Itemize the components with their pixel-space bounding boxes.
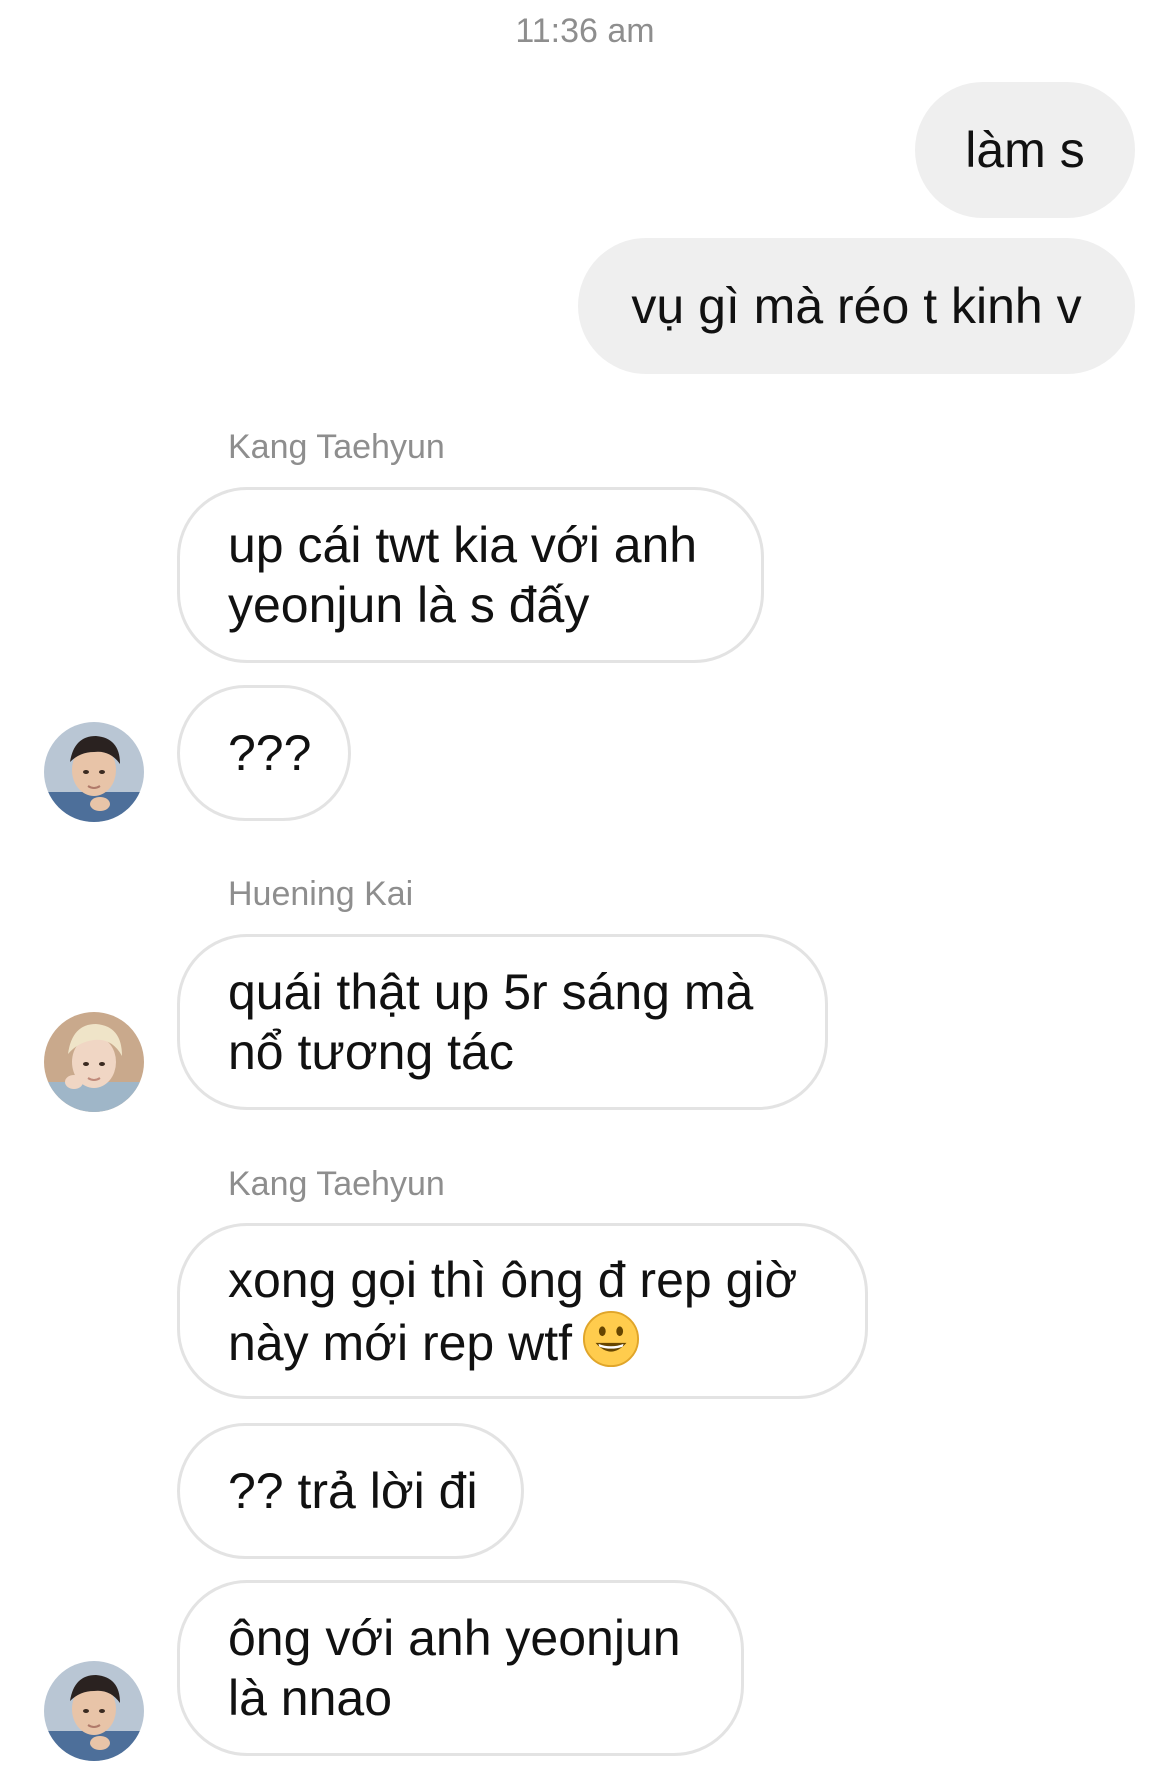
message-text: xong gọi thì ông đ rep giờ này mới rep w…	[228, 1251, 798, 1371]
sender-name: Kang Taehyun	[228, 1165, 445, 1203]
avatar-image	[44, 722, 144, 822]
chat-timestamp: 11:36 am	[515, 12, 655, 50]
message-text: quái thật up 5r sáng mà nổ tương tác	[228, 964, 754, 1080]
message-text: ông với anh yeonjun là nnao	[228, 1610, 681, 1726]
message-text: ???	[228, 725, 312, 781]
sender-name: Kang Taehyun	[228, 428, 445, 466]
outgoing-message[interactable]: vụ gì mà réo t kinh v	[578, 238, 1135, 374]
sender-name: Huening Kai	[228, 875, 414, 913]
outgoing-message[interactable]: làm s	[915, 82, 1135, 218]
taehyun-avatar[interactable]	[44, 722, 144, 822]
message-text: ?? trả lời đi	[228, 1463, 478, 1519]
incoming-message[interactable]: quái thật up 5r sáng mà nổ tương tác	[177, 934, 828, 1110]
message-text: vụ gì mà réo t kinh v	[631, 278, 1082, 334]
taehyun-avatar[interactable]	[44, 1661, 144, 1761]
avatar-image	[44, 1661, 144, 1761]
message-text: làm s	[965, 122, 1085, 178]
incoming-message[interactable]: xong gọi thì ông đ rep giờ này mới rep w…	[177, 1223, 868, 1399]
avatar-image	[44, 1012, 144, 1112]
incoming-message[interactable]: up cái twt kia với anh yeonjun là s đấy	[177, 487, 764, 663]
message-text: up cái twt kia với anh yeonjun là s đấy	[228, 517, 698, 633]
hueningkai-avatar[interactable]	[44, 1012, 144, 1112]
grinning-face-icon	[582, 1310, 640, 1367]
incoming-message[interactable]: ???	[177, 685, 351, 821]
incoming-message[interactable]: ông với anh yeonjun là nnao	[177, 1580, 744, 1756]
incoming-message[interactable]: ?? trả lời đi	[177, 1423, 524, 1559]
